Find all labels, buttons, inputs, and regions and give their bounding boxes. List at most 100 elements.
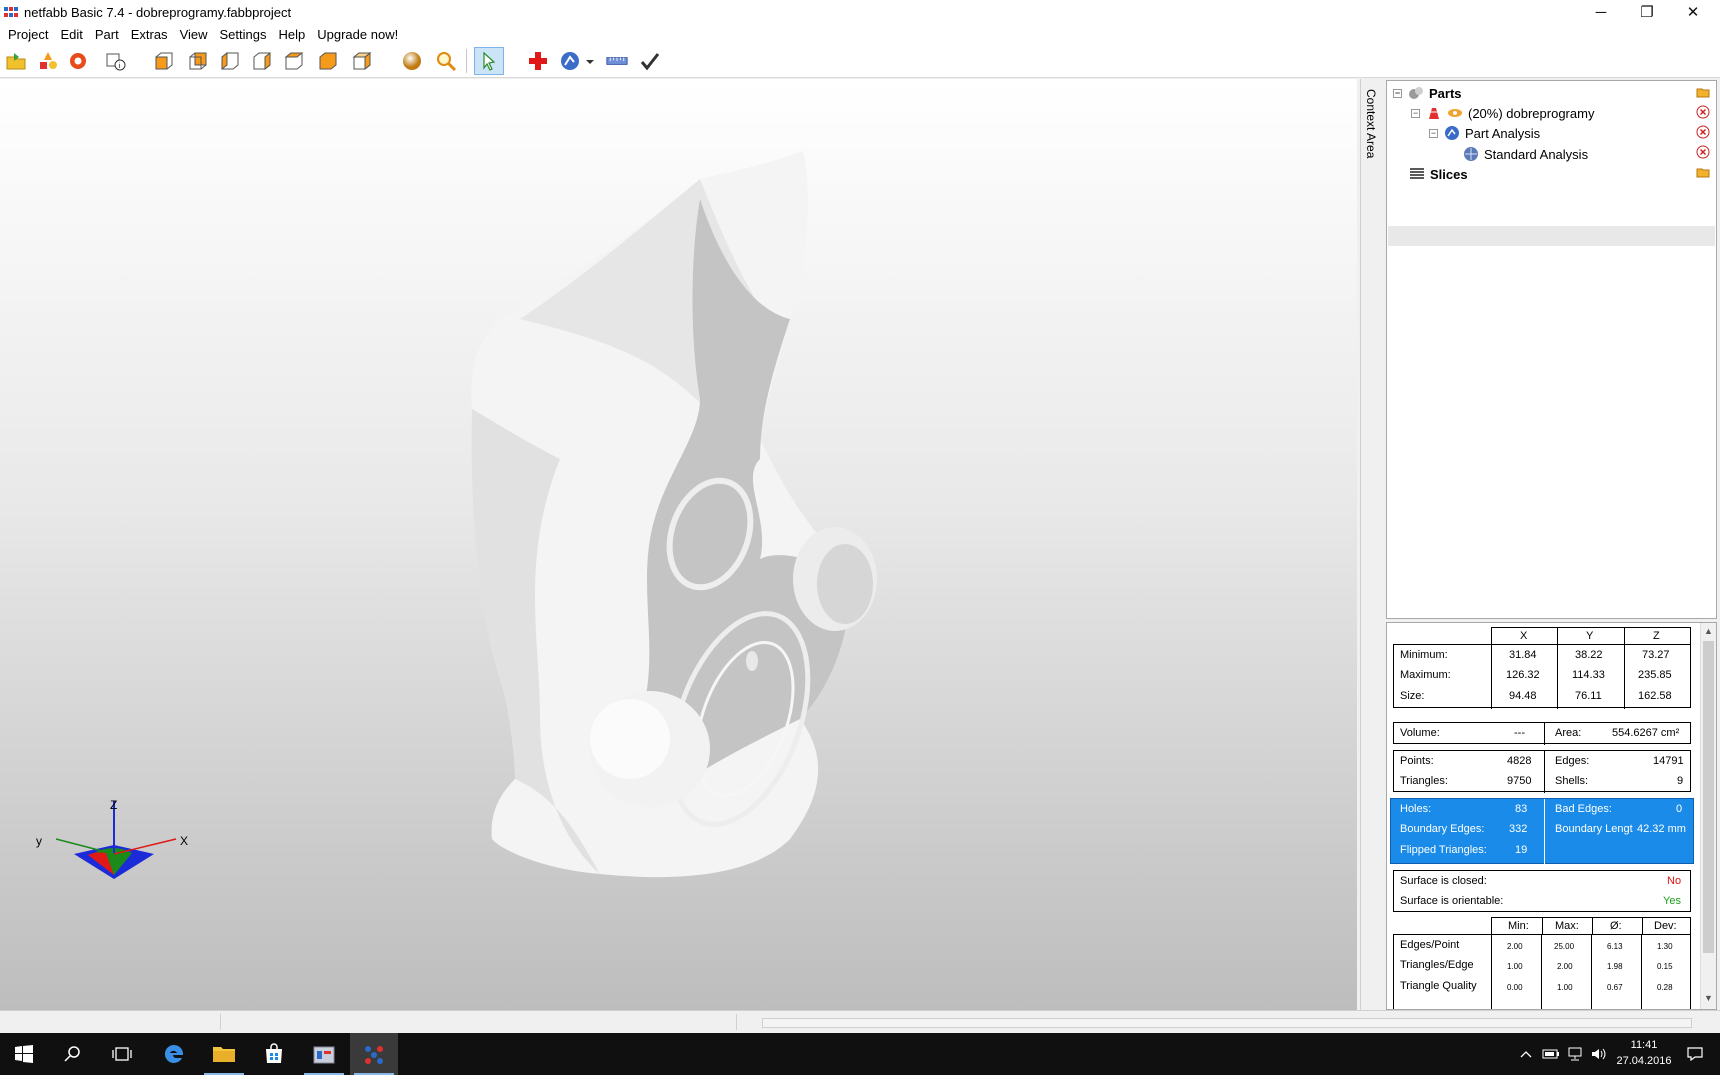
stat-value: 25.00: [1554, 942, 1575, 951]
scroll-down-icon[interactable]: ▼: [1704, 993, 1713, 1003]
volume-area-box: Volume: --- Area: 554.6267 cm²: [1393, 722, 1691, 745]
collapse-icon[interactable]: −: [1411, 108, 1420, 118]
tree-item-standard-analysis[interactable]: Standard Analysis: [1463, 144, 1588, 164]
horizontal-scrollbar[interactable]: [762, 1018, 1692, 1028]
bad-edges-label: Bad Edges:: [1555, 803, 1612, 815]
menu-part[interactable]: Part: [89, 27, 125, 42]
view-left-icon[interactable]: [218, 49, 242, 73]
menu-edit[interactable]: Edit: [54, 27, 88, 42]
view-right-icon[interactable]: [250, 49, 274, 73]
window-title: netfabb Basic 7.4 - dobreprogramy.fabbpr…: [24, 4, 292, 20]
netfabb-icon[interactable]: [350, 1033, 398, 1075]
boundary-edges-label: Boundary Edges:: [1400, 823, 1485, 835]
stat-label: Triangles/Edge: [1400, 959, 1474, 971]
menu-extras[interactable]: Extras: [125, 27, 174, 42]
network-icon[interactable]: [1564, 1033, 1586, 1075]
xyz-header: X Y Z: [1491, 627, 1691, 646]
menu-help[interactable]: Help: [273, 27, 312, 42]
open-project-icon[interactable]: [4, 49, 28, 73]
status-divider: [736, 1014, 737, 1030]
menu-view[interactable]: View: [174, 27, 214, 42]
select-pointer-icon[interactable]: [474, 47, 504, 75]
scrollbar-thumb[interactable]: [1703, 641, 1714, 953]
menu-project[interactable]: Project: [2, 27, 54, 42]
scroll-up-icon[interactable]: ▲: [1704, 626, 1713, 636]
close-button[interactable]: ✕: [1670, 0, 1716, 24]
stat-value: 0.67: [1607, 983, 1623, 992]
axis-gizmo: Z y X: [36, 799, 188, 879]
tray-chevron-icon[interactable]: [1516, 1033, 1536, 1075]
collapse-icon[interactable]: −: [1393, 88, 1402, 98]
size-y-value: 76.11: [1575, 690, 1602, 702]
view-back-icon[interactable]: [186, 49, 210, 73]
visibility-eye-icon[interactable]: [1447, 105, 1463, 121]
analysis-icon: [1444, 125, 1460, 141]
menu-upgrade[interactable]: Upgrade now!: [311, 27, 404, 42]
analysis-scrollbar[interactable]: ▲ ▼: [1700, 623, 1716, 1009]
collapse-icon[interactable]: −: [1429, 128, 1438, 138]
stat-value: 6.13: [1607, 942, 1623, 951]
minimize-button[interactable]: ─: [1578, 0, 1624, 24]
remove-standard-analysis-icon[interactable]: [1696, 145, 1710, 159]
holes-value: 83: [1515, 803, 1528, 815]
add-part-icon[interactable]: [36, 49, 60, 73]
store-icon[interactable]: [250, 1033, 298, 1075]
app-icon[interactable]: [300, 1033, 348, 1075]
zoom-icon[interactable]: [434, 49, 458, 73]
sphere-icon[interactable]: [400, 49, 424, 73]
volume-label: Volume:: [1400, 727, 1440, 739]
system-clock[interactable]: 11:41 27.04.2016: [1614, 1037, 1674, 1069]
apply-check-icon[interactable]: [638, 49, 662, 73]
header-y: Y: [1586, 630, 1594, 642]
edge-icon[interactable]: [150, 1033, 198, 1075]
min-z-value: 73.27: [1642, 649, 1670, 661]
search-icon[interactable]: [48, 1033, 96, 1075]
remove-analysis-icon[interactable]: [1696, 125, 1710, 139]
menu-settings[interactable]: Settings: [214, 27, 273, 42]
repair-icon[interactable]: [66, 49, 90, 73]
flipped-triangles-label: Flipped Triangles:: [1400, 844, 1487, 856]
bounding-box-table: Minimum: 31.84 38.22 73.27 Maximum: 126.…: [1393, 644, 1691, 709]
view-iso-icon[interactable]: [350, 49, 374, 73]
tree-item-part[interactable]: − (20%) dobreprogramy: [1411, 103, 1594, 123]
axis-y-label: y: [36, 834, 42, 848]
tree-item-parts[interactable]: − Parts: [1393, 83, 1462, 103]
area-label: Area:: [1555, 727, 1582, 739]
remove-part-icon[interactable]: [1696, 105, 1710, 119]
analysis-icon[interactable]: [558, 49, 582, 73]
3d-viewport[interactable]: Z y X: [0, 79, 1357, 1010]
context-area-tab[interactable]: Context Area: [1360, 79, 1384, 1010]
context-area-label: Context Area: [1364, 89, 1378, 159]
tree-item-slices[interactable]: Slices: [1409, 164, 1468, 184]
mesh-errors-box[interactable]: Holes: 83 Boundary Edges: 332 Flipped Tr…: [1390, 798, 1694, 865]
header-z: Z: [1653, 630, 1660, 642]
notifications-icon[interactable]: [1680, 1033, 1710, 1075]
volume-icon[interactable]: [1588, 1033, 1610, 1075]
open-slices-folder-icon[interactable]: [1696, 165, 1710, 179]
part-info-icon[interactable]: i: [104, 49, 128, 73]
triangles-label: Triangles:: [1400, 775, 1448, 787]
file-explorer-icon[interactable]: [200, 1033, 248, 1075]
stat-value: 0.00: [1507, 983, 1523, 992]
analysis-dropdown-icon[interactable]: [584, 49, 596, 73]
flipped-triangles-value: 19: [1515, 844, 1528, 856]
add-analysis-icon[interactable]: [526, 49, 550, 73]
restore-button[interactable]: ❐: [1624, 0, 1670, 24]
start-icon[interactable]: [0, 1033, 48, 1075]
3d-model[interactable]: [0, 79, 1357, 1010]
open-folder-icon[interactable]: [1696, 85, 1710, 99]
stat-value: 1.30: [1657, 942, 1673, 951]
stats-table: Edges/Point 2.00 25.00 6.13 1.30 Triangl…: [1393, 934, 1691, 1009]
bad-edges-value: 0: [1676, 803, 1683, 815]
view-front-icon[interactable]: [152, 49, 176, 73]
shells-label: Shells:: [1555, 775, 1589, 787]
view-bottom-icon[interactable]: [316, 49, 340, 73]
task-view-icon[interactable]: [98, 1033, 146, 1075]
measure-icon[interactable]: [604, 49, 630, 73]
tree-item-part-analysis[interactable]: − Part Analysis: [1429, 123, 1540, 143]
tree-label-part: (20%) dobreprogramy: [1468, 105, 1595, 121]
battery-icon[interactable]: [1540, 1033, 1562, 1075]
view-top-icon[interactable]: [282, 49, 306, 73]
stat-header-max: Max:: [1555, 920, 1579, 932]
mesh-counts-box: Points: 4828 Triangles: 9750 Edges: 1479…: [1393, 750, 1691, 793]
